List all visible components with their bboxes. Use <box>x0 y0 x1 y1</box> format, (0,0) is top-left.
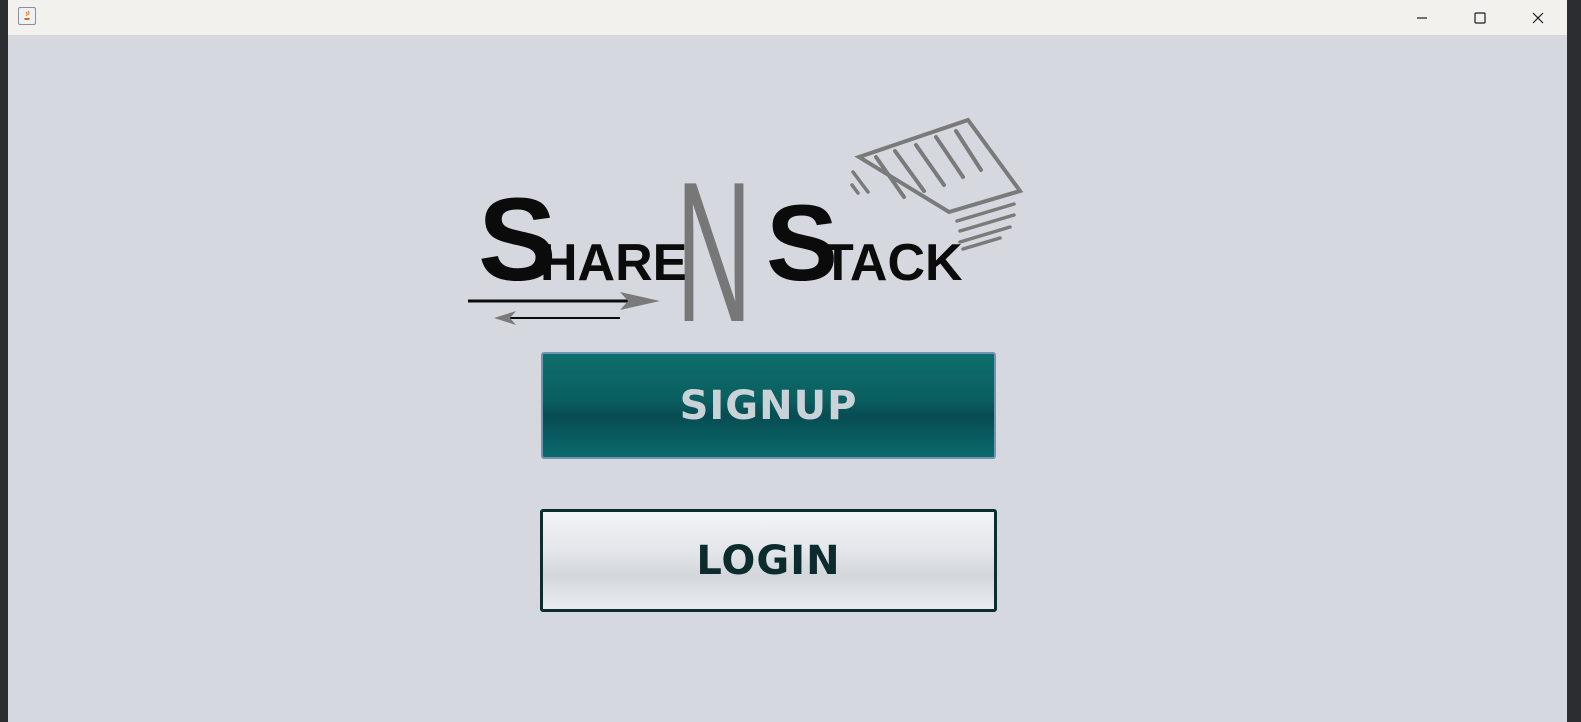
close-icon <box>1532 12 1544 23</box>
title-bar[interactable] <box>8 0 1567 35</box>
logo-stack-rest: TACK <box>822 234 963 292</box>
maximize-button[interactable] <box>1451 0 1509 35</box>
main-content: S HARE N S TACK SIGNUP LOGIN <box>8 35 1567 722</box>
java-app-icon[interactable] <box>18 7 36 25</box>
logo-share-rest: HARE <box>540 234 687 292</box>
logo-n-letter: N <box>676 141 752 330</box>
paper-stack-icon <box>850 117 1024 251</box>
signup-button[interactable]: SIGNUP <box>541 352 996 459</box>
maximize-icon <box>1474 11 1486 24</box>
login-button[interactable]: LOGIN <box>540 509 997 612</box>
close-button[interactable] <box>1509 0 1567 35</box>
app-window: S HARE N S TACK SIGNUP LOGIN <box>8 0 1567 722</box>
minimize-button[interactable] <box>1393 0 1451 35</box>
minimize-icon <box>1417 16 1427 19</box>
sharenstack-logo: S HARE N S TACK <box>468 117 1024 330</box>
